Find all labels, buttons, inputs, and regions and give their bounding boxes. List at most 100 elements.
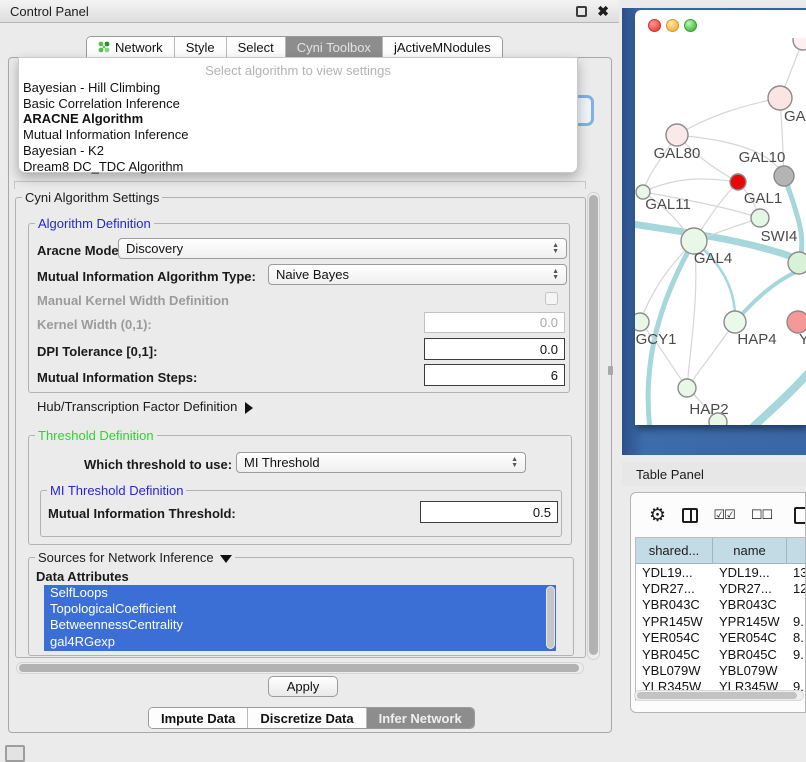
network-edge[interactable] xyxy=(687,322,735,388)
hub-definition-toggle[interactable]: Hub/Transcription Factor Definition xyxy=(37,399,253,414)
tab-cyni-toolbox[interactable]: Cyni Toolbox xyxy=(286,37,383,57)
dpi-tolerance-value: 0.0 xyxy=(540,342,558,357)
table-cell: YBR043C xyxy=(713,597,787,613)
network-node[interactable] xyxy=(793,38,806,50)
close-icon[interactable]: ✖ xyxy=(597,4,609,18)
dock-panel-icon[interactable] xyxy=(5,745,25,762)
node-table[interactable]: shared...nameA YDL19...YDL19...13YDR27..… xyxy=(635,537,806,701)
function-builder-icon[interactable] xyxy=(794,507,806,524)
network-node-gal10[interactable] xyxy=(730,174,746,190)
dropdown-item-aracne-algorithm[interactable]: ARACNE Algorithm xyxy=(19,111,577,127)
tab-label: Style xyxy=(186,40,215,55)
kernel-width-input: 0.0 xyxy=(424,312,565,333)
network-node-gal1[interactable] xyxy=(751,209,769,227)
network-edge[interactable] xyxy=(643,179,738,192)
window-minimize-icon[interactable] xyxy=(666,19,679,32)
column-header-shared[interactable]: shared... xyxy=(636,538,713,564)
dropdown-item-bayesian-hill-climbing[interactable]: Bayesian - Hill Climbing xyxy=(19,80,577,96)
tab-jactivemnodules[interactable]: jActiveMNodules xyxy=(383,37,502,57)
attribute-item-selfloops[interactable]: SelfLoops xyxy=(44,585,556,601)
network-graph[interactable]: GAL80GALGAL10GAL11GAL1GAL4SWI4GCY1HAP4YH… xyxy=(635,38,806,425)
network-node-gcy1[interactable] xyxy=(635,313,649,331)
dpi-tolerance-input[interactable]: 0.0 xyxy=(424,338,565,360)
window-zoom-icon[interactable] xyxy=(684,19,697,32)
tab-select[interactable]: Select xyxy=(227,37,286,57)
attribute-item-betweennesscentrality[interactable]: BetweennessCentrality xyxy=(44,617,556,633)
mi-type-label: Mutual Information Algorithm Type: xyxy=(37,269,256,284)
table-row[interactable]: YBR045CYBR045C9. xyxy=(636,646,806,662)
sources-group-title[interactable]: Sources for Network Inference xyxy=(35,550,235,565)
tab-discretize-data[interactable]: Discretize Data xyxy=(248,708,366,728)
float-panel-icon[interactable] xyxy=(576,6,587,17)
network-node[interactable] xyxy=(709,413,727,425)
deselect-all-icon[interactable]: ☐☐ xyxy=(751,507,772,523)
manual-kernel-label: Manual Kernel Width Definition xyxy=(37,293,229,308)
network-edge[interactable] xyxy=(748,360,806,425)
mi-type-select[interactable]: Naive Bayes ▲▼ xyxy=(268,264,567,285)
show-columns-icon[interactable] xyxy=(682,508,697,523)
network-node-gal80[interactable] xyxy=(666,124,688,146)
select-all-icon[interactable]: ☑☑ xyxy=(714,507,735,523)
table-row[interactable]: YER054CYER054C8. xyxy=(636,630,806,646)
column-header-name[interactable]: name xyxy=(713,538,787,564)
settings-horizontal-scrollbar[interactable] xyxy=(16,662,584,674)
column-header-a[interactable]: A xyxy=(787,538,806,564)
table-cell: YBR043C xyxy=(636,597,713,613)
table-row[interactable]: YBL079WYBL079W xyxy=(636,662,806,678)
tab-style[interactable]: Style xyxy=(175,37,227,57)
table-row[interactable]: YPR145WYPR145W9. xyxy=(636,613,806,629)
panel-splitter-handle[interactable] xyxy=(608,366,613,375)
mi-steps-value: 6 xyxy=(551,368,558,383)
network-edge[interactable] xyxy=(677,98,780,135)
dropdown-item-bayesian-k2[interactable]: Bayesian - K2 xyxy=(19,143,577,159)
table-panel-body: ⚙ ☑☑ ☐☐ shared...nameA YDL19...YDL19...1… xyxy=(630,492,806,713)
window-close-icon[interactable] xyxy=(648,19,661,32)
table-row[interactable]: YDL19...YDL19...13 xyxy=(636,564,806,580)
network-view-window[interactable]: GAL80GALGAL10GAL11GAL1GAL4SWI4GCY1HAP4YH… xyxy=(635,10,806,425)
mi-steps-input[interactable]: 6 xyxy=(424,364,565,386)
network-node[interactable] xyxy=(774,166,794,186)
node-label-gal1: GAL1 xyxy=(744,190,782,207)
table-panel-titlebar: Table Panel xyxy=(622,462,806,486)
table-cell: YDR27... xyxy=(636,580,713,596)
threshold-definition-title: Threshold Definition xyxy=(35,428,157,443)
table-row[interactable]: YBR043CYBR043C xyxy=(636,597,806,613)
table-cell xyxy=(787,597,806,613)
tab-label: Select xyxy=(238,40,274,55)
data-attributes-list[interactable]: SelfLoopsTopologicalCoefficientBetweenne… xyxy=(44,585,556,651)
dropdown-item-basic-correlation-inference[interactable]: Basic Correlation Inference xyxy=(19,96,577,112)
table-body: YDL19...YDL19...13YDR27...YDR27...12YBR0… xyxy=(636,564,806,701)
network-node-y[interactable] xyxy=(787,311,806,333)
table-cell: 9. xyxy=(787,613,806,629)
attribute-item-gal4rgexp[interactable]: gal4RGexp xyxy=(44,634,556,650)
network-node-gal[interactable] xyxy=(768,86,792,110)
network-node-swi4[interactable] xyxy=(788,252,806,274)
gear-icon[interactable]: ⚙ xyxy=(649,506,666,525)
attribute-item-topologicalcoefficient[interactable]: TopologicalCoefficient xyxy=(44,601,556,617)
dropdown-item-mutual-information-inference[interactable]: Mutual Information Inference xyxy=(19,127,577,143)
kernel-width-value: 0.0 xyxy=(540,315,558,330)
network-node-hap4[interactable] xyxy=(724,311,746,333)
settings-vertical-scrollbar[interactable] xyxy=(587,192,600,660)
table-cell: YBR045C xyxy=(713,646,787,662)
which-threshold-select[interactable]: MI Threshold ▲▼ xyxy=(236,452,526,473)
mi-threshold-input[interactable]: 0.5 xyxy=(420,501,558,523)
combo-stepper-icon: ▲▼ xyxy=(552,269,559,281)
manual-kernel-checkbox[interactable] xyxy=(545,292,558,305)
table-cell: YER054C xyxy=(636,630,713,646)
tab-impute-data[interactable]: Impute Data xyxy=(149,708,248,728)
tab-label: Network xyxy=(115,40,163,55)
network-edge[interactable] xyxy=(784,176,802,263)
aracne-mode-select[interactable]: Discovery ▲▼ xyxy=(118,238,567,259)
dropdown-item-dream8-dc-tdc-algorithm[interactable]: Dream8 DC_TDC Algorithm xyxy=(19,159,577,175)
node-label-gal4: GAL4 xyxy=(694,250,732,267)
apply-button[interactable]: Apply xyxy=(268,676,338,697)
table-horizontal-scrollbar[interactable] xyxy=(634,690,804,701)
tab-network[interactable]: Network xyxy=(87,37,175,57)
table-row[interactable]: YDR27...YDR27...12 xyxy=(636,580,806,596)
network-node-hap2[interactable] xyxy=(678,379,696,397)
tab-infer-network[interactable]: Infer Network xyxy=(367,708,474,728)
attributes-scrollbar[interactable] xyxy=(546,586,555,649)
aracne-mode-label: Aracne Mode: xyxy=(37,243,123,258)
which-threshold-value: MI Threshold xyxy=(244,455,320,470)
